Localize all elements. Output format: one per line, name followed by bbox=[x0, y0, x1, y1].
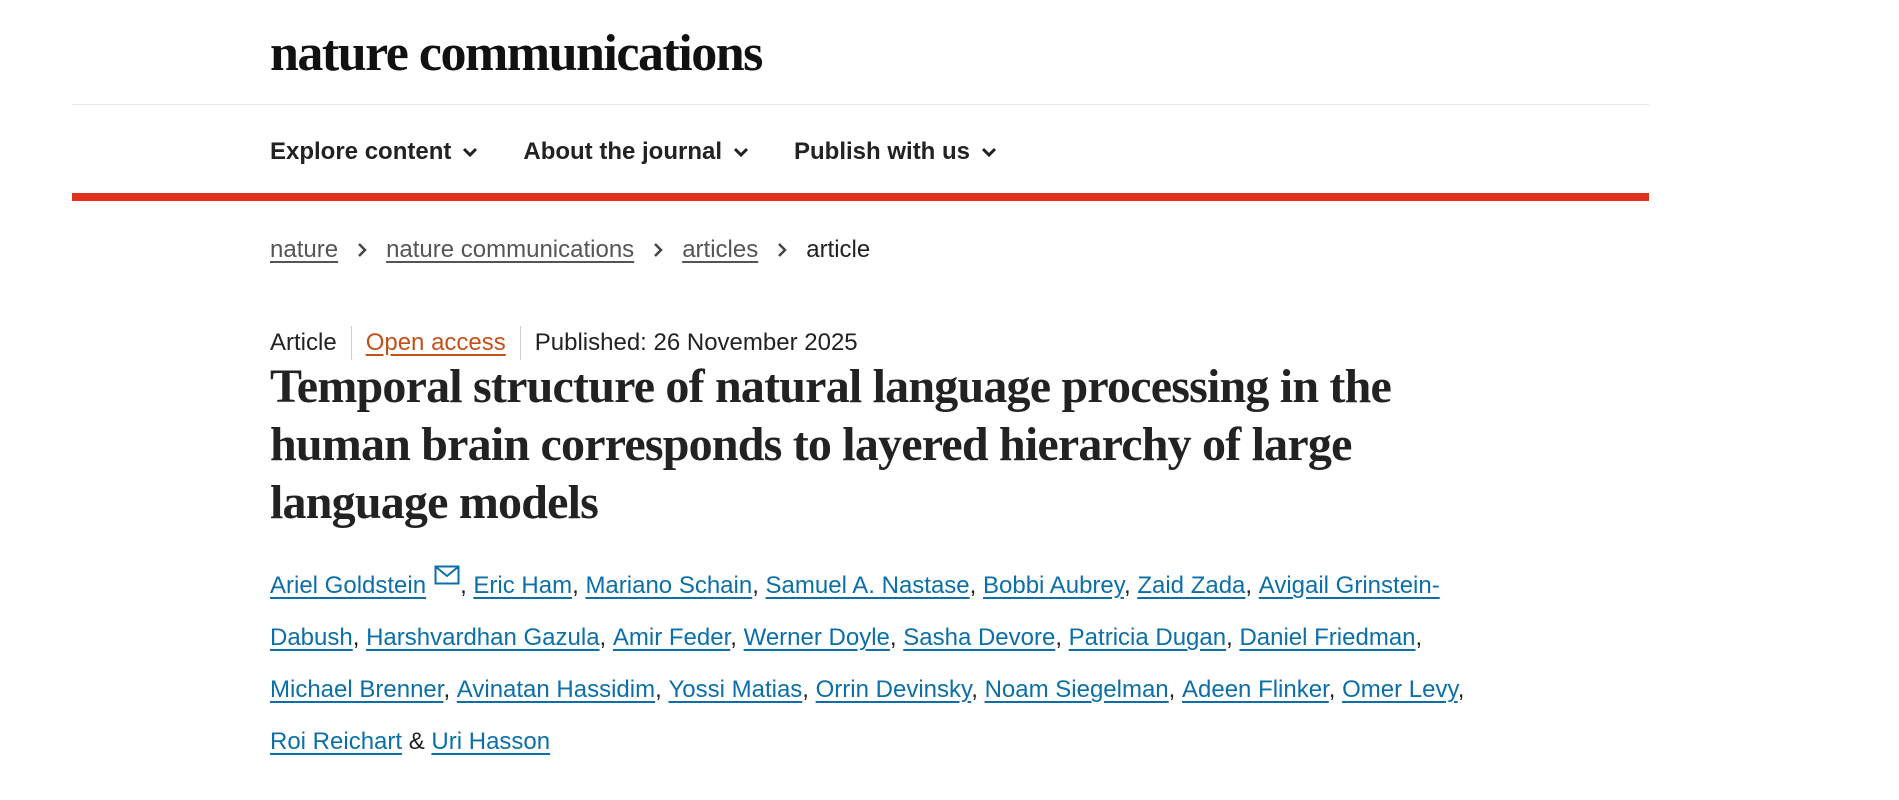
nav-about-the-journal[interactable]: About the journal bbox=[523, 138, 750, 166]
author-link[interactable]: Bobbi Aubrey bbox=[983, 572, 1124, 599]
author-item: Eric Ham, bbox=[473, 572, 586, 599]
nav-item-label: Publish with us bbox=[794, 138, 971, 165]
author-item: Omer Levy, bbox=[1342, 676, 1465, 703]
author-joiner: & bbox=[408, 728, 425, 755]
main-nav: Explore content About the journal Publis… bbox=[270, 136, 998, 168]
chevron-down-icon bbox=[981, 147, 997, 158]
author-item: Uri Hasson bbox=[431, 728, 550, 755]
author-link[interactable]: Omer Levy bbox=[1342, 676, 1458, 703]
article-meta: Article Open access Published: 26 Novemb… bbox=[270, 326, 872, 360]
author-item: Patricia Dugan, bbox=[1068, 624, 1240, 651]
author-item: Daniel Friedman, bbox=[1239, 624, 1423, 651]
author-link[interactable]: Eric Ham bbox=[473, 572, 572, 599]
author-item: Avinatan Hassidim, bbox=[456, 676, 669, 703]
author-list: Ariel Goldstein, Eric Ham, Mariano Schai… bbox=[270, 560, 1500, 768]
nav-explore-content[interactable]: Explore content bbox=[270, 138, 479, 166]
site-logo[interactable]: nature communications bbox=[270, 28, 763, 80]
author-link[interactable]: Sasha Devore bbox=[903, 624, 1055, 651]
author-item: Ariel Goldstein, bbox=[270, 565, 473, 599]
author-item: Mariano Schain, bbox=[585, 572, 766, 599]
nav-item-label: Explore content bbox=[270, 138, 452, 165]
author-item: Amir Feder, bbox=[612, 624, 744, 651]
author-item: Adeen Flinker, bbox=[1182, 676, 1343, 703]
author-item: Zaid Zada, bbox=[1137, 572, 1259, 599]
author-link[interactable]: Werner Doyle bbox=[744, 624, 890, 651]
author-link[interactable]: Amir Feder bbox=[613, 624, 730, 651]
author-item: Werner Doyle, bbox=[743, 624, 904, 651]
chevron-right-icon bbox=[778, 243, 787, 257]
author-item: Samuel A. Nastase, bbox=[765, 572, 983, 599]
author-link[interactable]: Roi Reichart bbox=[270, 728, 402, 755]
author-link[interactable]: Orrin Devinsky bbox=[816, 676, 972, 703]
author-link[interactable]: Michael Brenner bbox=[270, 676, 443, 703]
breadcrumb-link-articles[interactable]: articles bbox=[682, 236, 758, 264]
author-link[interactable]: Patricia Dugan bbox=[1069, 624, 1226, 651]
author-item: Harshvardhan Gazula, bbox=[366, 624, 613, 651]
envelope-icon[interactable] bbox=[434, 565, 460, 585]
breadcrumb-current: article bbox=[806, 236, 871, 263]
author-link[interactable]: Noam Siegelman bbox=[985, 676, 1169, 703]
nav-publish-with-us[interactable]: Publish with us bbox=[794, 138, 998, 166]
chevron-right-icon bbox=[358, 243, 367, 257]
breadcrumb-link-nature[interactable]: nature bbox=[270, 236, 338, 264]
author-link[interactable]: Zaid Zada bbox=[1137, 572, 1245, 599]
published-date: Published: 26 November 2025 bbox=[534, 329, 858, 356]
breadcrumb-link-nature-communications[interactable]: nature communications bbox=[386, 236, 634, 264]
nav-item-label: About the journal bbox=[523, 138, 723, 165]
author-link[interactable]: Adeen Flinker bbox=[1182, 676, 1329, 703]
author-link[interactable]: Ariel Goldstein bbox=[270, 572, 426, 599]
breadcrumb: nature nature communications articles ar… bbox=[270, 236, 870, 264]
author-item: Roi Reichart & bbox=[270, 728, 431, 755]
article-type: Article bbox=[270, 329, 337, 356]
author-item: Sasha Devore, bbox=[903, 624, 1069, 651]
author-item: Yossi Matias, bbox=[668, 676, 816, 703]
author-link[interactable]: Uri Hasson bbox=[431, 728, 550, 755]
chevron-down-icon bbox=[733, 147, 749, 158]
author-link[interactable]: Samuel A. Nastase bbox=[766, 572, 970, 599]
author-item: Bobbi Aubrey, bbox=[983, 572, 1138, 599]
author-item: Michael Brenner, bbox=[270, 676, 457, 703]
author-item: Orrin Devinsky, bbox=[815, 676, 985, 703]
open-access-link[interactable]: Open access bbox=[366, 329, 506, 356]
chevron-down-icon bbox=[463, 147, 478, 158]
author-item: Noam Siegelman, bbox=[984, 676, 1182, 703]
chevron-right-icon bbox=[654, 243, 663, 257]
author-link[interactable]: Mariano Schain bbox=[585, 572, 752, 599]
author-link[interactable]: Yossi Matias bbox=[668, 676, 802, 703]
author-link[interactable]: Daniel Friedman bbox=[1239, 624, 1415, 651]
article-title: Temporal structure of natural language p… bbox=[270, 360, 1392, 529]
author-link[interactable]: Harshvardhan Gazula bbox=[366, 624, 599, 651]
author-link[interactable]: Avinatan Hassidim bbox=[457, 676, 655, 703]
brand-bar bbox=[72, 193, 1649, 201]
page-frame: nature communications Explore content Ab… bbox=[72, 0, 1649, 800]
header-divider bbox=[72, 104, 1649, 105]
